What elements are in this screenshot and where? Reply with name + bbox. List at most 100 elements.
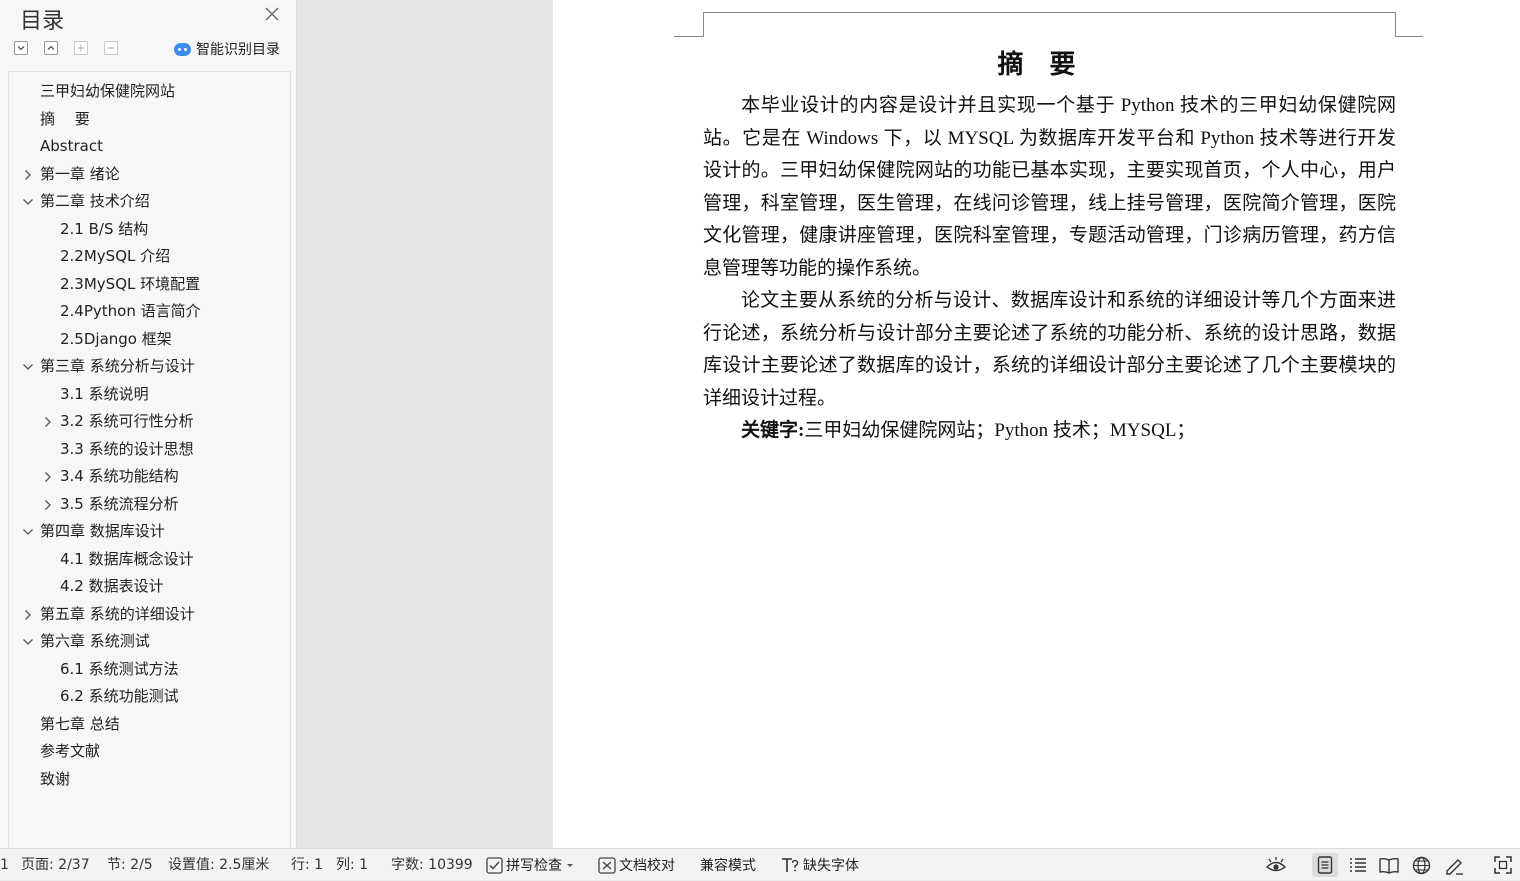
chevron-down-icon[interactable] [22,196,34,208]
keywords-text: 三甲妇幼保健院网站；Python 技术；MYSQL； [804,420,1196,441]
chevron-right-icon[interactable] [22,609,34,621]
abstract-paragraph: 本毕业设计的内容是设计并且实现一个基于 Python 技术的三甲妇幼保健院网站。… [703,95,1396,279]
header-line [703,12,1396,13]
status-bar: 1 页面: 2/37 节: 2/5 设置值: 2.5厘米 行: 1 列: 1 字… [0,848,1520,880]
remove-heading-icon[interactable] [104,41,118,55]
dropdown-icon [567,864,573,867]
toc-item-label: 4.2 数据表设计 [60,577,164,595]
smart-toc-button[interactable]: 智能识别目录 [174,40,280,58]
chevron-down-icon[interactable] [22,636,34,648]
spell-check-icon [486,856,503,874]
row-indicator[interactable]: 行: 1 [291,849,323,881]
toc-item-label: 2.4Python 语言简介 [60,302,201,320]
compat-mode-label: 兼容模式 [700,858,756,874]
missing-fonts-button[interactable]: 缺失字体 [780,853,859,877]
toc-item[interactable]: 2.2MySQL 介绍 [9,243,290,270]
toc-item[interactable]: 第六章 系统测试 [9,628,290,655]
toc-item-label: 3.2 系统可行性分析 [60,412,194,430]
toc-item[interactable]: 3.2 系统可行性分析 [9,408,290,435]
toc-item[interactable]: 第二章 技术介绍 [9,188,290,215]
toc-item[interactable]: 2.3MySQL 环境配置 [9,271,290,298]
spell-check-button[interactable]: 拼写检查 [486,853,577,877]
missing-fonts-label: 缺失字体 [803,858,859,874]
toc-item[interactable]: 3.3 系统的设计思想 [9,436,290,463]
web-layout-icon[interactable] [1408,853,1434,877]
toc-item-label: 参考文献 [40,742,101,760]
toc-item-label: 三甲妇幼保健院网站 [40,82,176,100]
toc-item[interactable]: 6.1 系统测试方法 [9,656,290,683]
toc-item[interactable]: 2.4Python 语言简介 [9,298,290,325]
toc-item[interactable]: 6.2 系统功能测试 [9,683,290,710]
toc-item[interactable]: 第七章 总结 [9,711,290,738]
toc-item-label: 致谢 [40,769,71,788]
page-indicator[interactable]: 页面: 2/37 [21,849,90,881]
add-heading-icon[interactable] [74,41,88,55]
status-edge-text: 1 [0,857,9,873]
close-icon[interactable] [263,5,281,23]
crop-mark-left [703,12,704,36]
chevron-right-icon[interactable] [42,416,54,428]
toc-item-label: 3.5 系统流程分析 [60,494,179,513]
toc-item-label: 6.2 系统功能测试 [60,687,179,705]
toc-item-label: 第四章 数据库设计 [40,522,165,540]
expand-all-icon[interactable] [14,41,28,55]
setting-indicator[interactable]: 设置值: 2.5厘米 [168,849,269,881]
collapse-all-icon[interactable] [44,41,58,55]
section-indicator[interactable]: 节: 2/5 [107,849,153,881]
chevron-right-icon[interactable] [22,169,34,181]
toc-item[interactable]: 摘 要 [9,106,290,133]
toc-item[interactable]: 4.1 数据库概念设计 [9,546,290,573]
doc-proof-icon [598,856,616,874]
document-area: 摘要 本毕业设计的内容是设计并且实现一个基于 Python 技术的三甲妇幼保健院… [297,0,1520,848]
chevron-down-icon[interactable] [22,361,34,373]
chevron-right-icon[interactable] [42,499,54,511]
crop-mark-right-h [1395,36,1423,37]
toc-item-label: 3.1 系统说明 [60,384,149,403]
missing-font-icon [782,858,799,872]
toc-item-label: 2.3MySQL 环境配置 [60,274,201,293]
chevron-right-icon[interactable] [42,471,54,483]
toc-item[interactable]: 3.4 系统功能结构 [9,463,290,490]
outline-view-icon[interactable] [1345,853,1371,877]
toc-item[interactable]: 致谢 [9,766,290,793]
toc-item[interactable]: 2.1 B/S 结构 [9,216,290,243]
toc-item-label: 第一章 绪论 [40,164,120,183]
col-indicator[interactable]: 列: 1 [336,849,368,881]
toc-item[interactable]: 4.2 数据表设计 [9,573,290,600]
toc-item-label: 2.1 B/S 结构 [60,219,149,238]
fullscreen-icon[interactable] [1490,853,1516,877]
pen-annotation-icon[interactable] [1441,853,1467,877]
ai-icon [174,42,191,56]
spell-check-label: 拼写检查 [506,858,562,874]
toc-item[interactable]: 第三章 系统分析与设计 [9,353,290,380]
word-count[interactable]: 字数: 10399 [391,849,473,881]
eye-protection-icon[interactable] [1263,853,1289,877]
toc-item[interactable]: Abstract [9,133,290,160]
document-heading: 摘要 [997,50,1102,80]
smart-toc-label: 智能识别目录 [196,42,280,58]
toc-item[interactable]: 3.1 系统说明 [9,381,290,408]
toc-item-label: 摘 要 [40,109,90,128]
chevron-down-icon[interactable] [22,526,34,538]
compat-mode-button[interactable]: 兼容模式 [700,853,756,877]
toc-item[interactable]: 第五章 系统的详细设计 [9,601,290,628]
doc-proof-button[interactable]: 文档校对 [598,853,675,877]
toc-item[interactable]: 第四章 数据库设计 [9,518,290,545]
toc-item[interactable]: 2.5Django 框架 [9,326,290,353]
toc-item-label: 3.4 系统功能结构 [60,467,179,485]
toc-item[interactable]: 三甲妇幼保健院网站 [9,78,290,105]
reading-mode-icon[interactable] [1376,853,1402,877]
toc-item-label: 第七章 总结 [40,714,120,733]
toc-item[interactable]: 第一章 绪论 [9,161,290,188]
doc-proof-label: 文档校对 [619,858,675,874]
page-view-icon[interactable] [1312,853,1338,877]
toc-item-label: 4.1 数据库概念设计 [60,549,194,568]
crop-mark-right [1395,12,1396,36]
crop-mark-left-h [674,36,704,37]
document-body: 本毕业设计的内容是设计并且实现一个基于 Python 技术的三甲妇幼保健院网站。… [703,90,1396,448]
toc-item-label: 2.5Django 框架 [60,329,172,348]
toc-list: 三甲妇幼保健院网站摘 要 Abstract 第一章 绪论第二章 技术介绍 2.1 B/… [8,71,291,848]
toc-item[interactable]: 3.5 系统流程分析 [9,491,290,518]
toc-item[interactable]: 参考文献 [9,738,290,765]
document-page[interactable]: 摘要 本毕业设计的内容是设计并且实现一个基于 Python 技术的三甲妇幼保健院… [553,0,1520,848]
